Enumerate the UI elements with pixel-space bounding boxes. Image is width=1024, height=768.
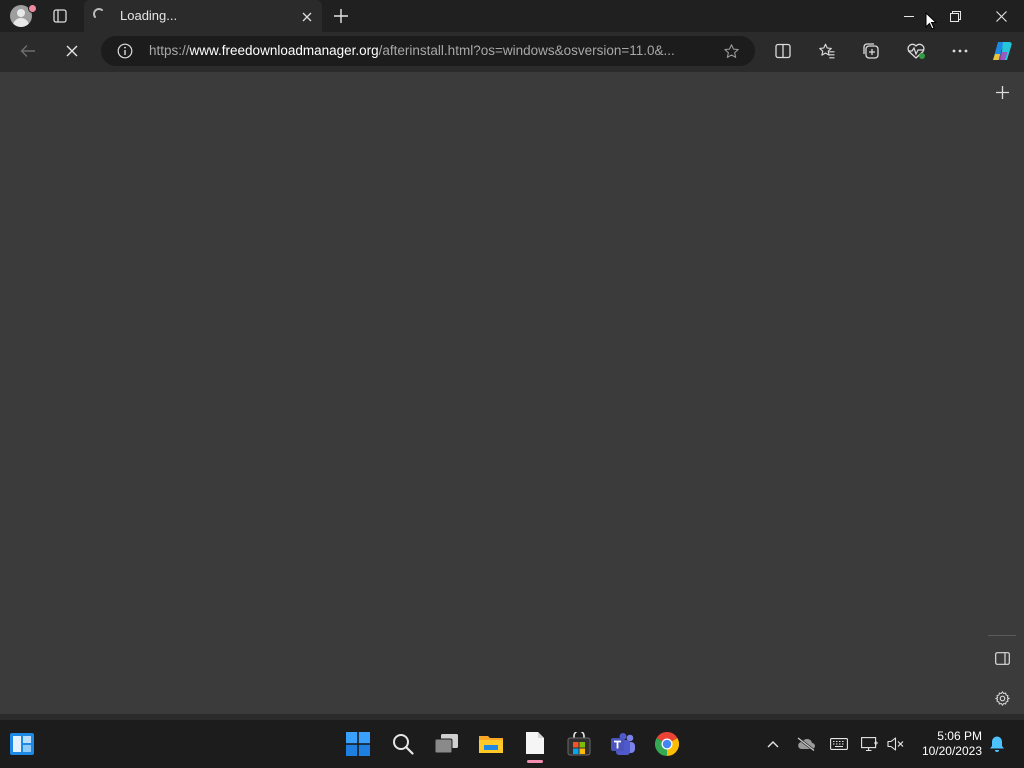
google-chrome-icon[interactable] bbox=[653, 730, 681, 758]
url-domain: www.freedownloadmanager.org bbox=[189, 43, 379, 58]
copilot-icon[interactable] bbox=[989, 39, 1015, 63]
edge-sidebar bbox=[984, 72, 1024, 718]
loading-spinner-icon bbox=[92, 7, 108, 23]
add-sidebar-app-icon[interactable] bbox=[991, 81, 1013, 103]
page-content-area[interactable] bbox=[0, 72, 984, 718]
tab-actions-icon[interactable] bbox=[50, 6, 70, 26]
network-icon[interactable] bbox=[859, 734, 881, 754]
collections-icon[interactable] bbox=[860, 40, 882, 62]
tab-title: Loading... bbox=[120, 8, 178, 23]
new-tab-icon[interactable] bbox=[330, 5, 352, 27]
split-screen-icon[interactable] bbox=[772, 40, 794, 62]
url-prefix: https:// bbox=[149, 43, 190, 58]
show-hidden-icons-chevron-up-icon[interactable] bbox=[763, 734, 783, 754]
profile-notification-dot bbox=[28, 4, 37, 13]
task-view-icon[interactable] bbox=[433, 730, 461, 758]
notepad-icon[interactable] bbox=[521, 729, 549, 757]
touch-keyboard-icon[interactable] bbox=[828, 734, 850, 754]
favorite-star-icon[interactable] bbox=[721, 41, 741, 61]
clock-date: 10/20/2023 bbox=[921, 744, 982, 758]
microsoft-store-icon[interactable] bbox=[565, 730, 593, 758]
mouse-cursor-icon bbox=[924, 11, 938, 31]
back-icon[interactable] bbox=[17, 40, 39, 62]
url-path: /afterinstall.html?os=windows&osversion=… bbox=[378, 43, 675, 58]
more-options-icon[interactable] bbox=[948, 40, 972, 62]
file-explorer-icon[interactable] bbox=[477, 730, 505, 758]
close-window-icon[interactable] bbox=[990, 6, 1012, 26]
onedrive-offline-icon[interactable] bbox=[795, 734, 817, 754]
clock-time: 5:06 PM bbox=[937, 729, 982, 743]
stop-loading-icon[interactable] bbox=[61, 40, 83, 62]
sidebar-divider bbox=[988, 635, 1016, 636]
system-clock[interactable]: 5:06 PM 10/20/2023 bbox=[904, 729, 982, 759]
favorites-icon[interactable] bbox=[816, 40, 838, 62]
active-app-indicator bbox=[527, 760, 543, 763]
restore-window-icon[interactable] bbox=[944, 6, 966, 26]
hide-sidebar-icon[interactable] bbox=[991, 647, 1013, 669]
url-text[interactable]: https://www.freedownloadmanager.org/afte… bbox=[149, 43, 709, 58]
notification-bell-icon[interactable] bbox=[986, 733, 1008, 755]
site-info-icon[interactable] bbox=[116, 42, 134, 60]
sidebar-settings-gear-icon[interactable] bbox=[991, 687, 1013, 709]
minimize-window-icon[interactable] bbox=[898, 6, 920, 26]
start-windows-icon[interactable] bbox=[344, 730, 372, 758]
close-tab-icon[interactable] bbox=[298, 8, 316, 26]
widgets-icon[interactable] bbox=[8, 730, 36, 758]
search-icon[interactable] bbox=[389, 730, 417, 758]
teams-icon[interactable] bbox=[609, 730, 637, 758]
browser-essentials-icon[interactable] bbox=[904, 40, 928, 62]
